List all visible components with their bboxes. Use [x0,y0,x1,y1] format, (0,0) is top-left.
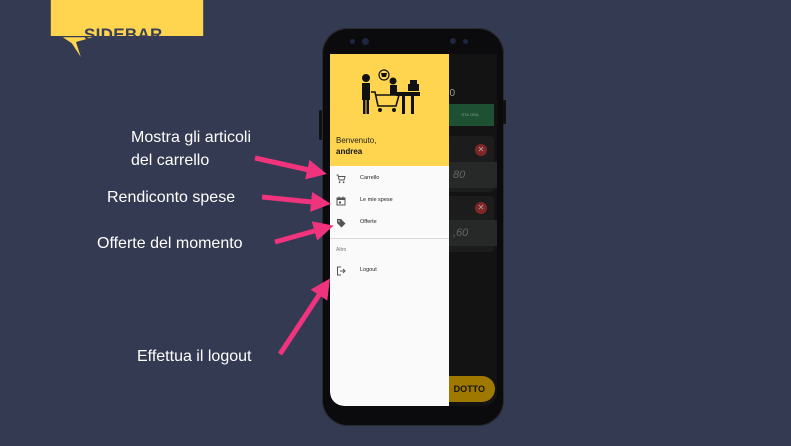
username: andrea [336,147,363,156]
sensor-icon [463,39,468,44]
camera-icon [362,38,369,45]
menu-label: Le mie spese [360,197,393,203]
drawer-header: Benvenuto, andrea [330,54,449,166]
arrow-expenses [261,191,331,212]
annotation-offers: Offerte del momento [97,235,243,252]
menu-label: Offerte [360,219,377,225]
section-label-altro: Altro [336,247,347,253]
arrow-offers [274,221,334,245]
welcome-text: Benvenuto, [336,136,377,145]
menu-label: Carrello [360,175,380,181]
calendar-icon [336,196,346,206]
volume-button [319,110,322,140]
sensor-icon [350,39,355,44]
arrow-logout [277,278,330,356]
power-button [503,100,506,124]
banner-title: SIDEBAR [84,25,163,44]
menu-item-offerte[interactable]: Offerte [330,213,449,235]
menu-item-carrello[interactable]: Carrello [330,169,449,191]
drawer-divider [330,238,449,239]
logout-icon [337,266,346,276]
annotation-expenses: Rendiconto spese [107,189,236,206]
tag-icon [337,219,346,228]
menu-item-le-mie-spese[interactable]: Le mie spese [330,191,449,213]
annotation-cart-line2: del carrello [131,152,210,169]
menu-label: Logout [360,267,377,273]
navigation-drawer: Benvenuto, andrea Carrello Le mie spese [330,54,449,406]
shopping-illustration-icon [362,69,420,114]
annotation-cart: Mostra gli articoli del carrello [131,126,251,172]
phone-screen: 0 STA ORA ✕ 80 ✕ ,60 DOTTO Benvenuto, an… [330,54,497,406]
arrow-cart [254,155,327,180]
front-camera-icon [450,38,456,44]
menu-item-logout[interactable]: Logout [330,261,449,283]
cart-icon [336,174,346,184]
annotation-cart-line1: Mostra gli articoli [131,129,252,146]
annotation-logout: Effettua il logout [137,348,252,365]
